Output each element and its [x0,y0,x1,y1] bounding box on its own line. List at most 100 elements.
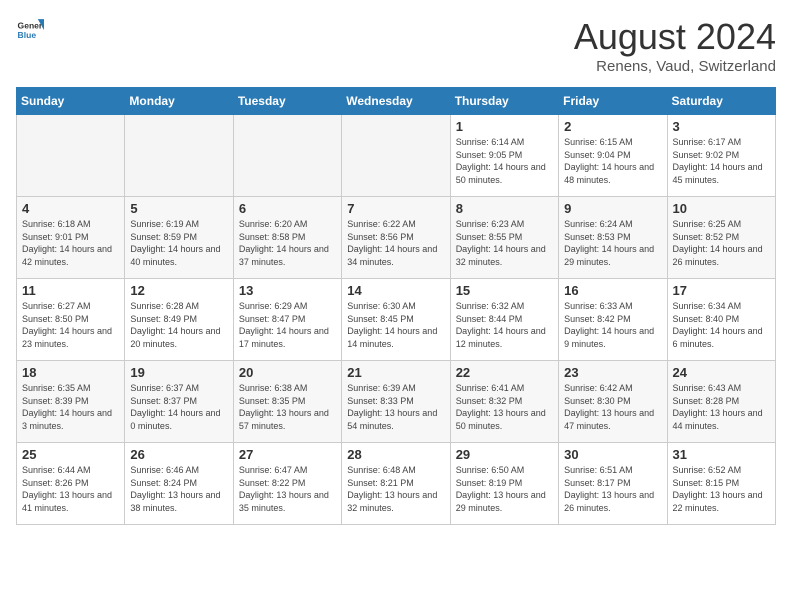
day-info: Sunrise: 6:47 AMSunset: 8:22 PMDaylight:… [239,464,336,514]
weekday-header-sunday: Sunday [17,88,125,115]
day-number: 12 [130,283,227,298]
day-info: Sunrise: 6:18 AMSunset: 9:01 PMDaylight:… [22,218,119,268]
calendar-table: SundayMondayTuesdayWednesdayThursdayFrid… [16,87,776,525]
calendar-day-cell: 3 Sunrise: 6:17 AMSunset: 9:02 PMDaylight… [667,115,775,197]
weekday-header-monday: Monday [125,88,233,115]
day-info: Sunrise: 6:20 AMSunset: 8:58 PMDaylight:… [239,218,336,268]
day-info: Sunrise: 6:32 AMSunset: 8:44 PMDaylight:… [456,300,553,350]
day-number: 17 [673,283,770,298]
calendar-day-cell: 10 Sunrise: 6:25 AMSunset: 8:52 PMDayligh… [667,197,775,279]
day-info: Sunrise: 6:17 AMSunset: 9:02 PMDaylight:… [673,136,770,186]
logo-icon: General Blue [16,16,44,44]
day-info: Sunrise: 6:22 AMSunset: 8:56 PMDaylight:… [347,218,444,268]
day-number: 7 [347,201,444,216]
calendar-day-cell: 5 Sunrise: 6:19 AMSunset: 8:59 PMDaylight… [125,197,233,279]
day-number: 15 [456,283,553,298]
calendar-day-cell [17,115,125,197]
weekday-header-wednesday: Wednesday [342,88,450,115]
calendar-day-cell: 23Sunrise: 6:42 AMSunset: 8:30 PMDayligh… [559,361,667,443]
calendar-day-cell: 27 Sunrise: 6:47 AMSunset: 8:22 PMDayligh… [233,443,341,525]
calendar-day-cell: 31Sunrise: 6:52 AMSunset: 8:15 PMDayligh… [667,443,775,525]
day-number: 28 [347,447,444,462]
weekday-header-saturday: Saturday [667,88,775,115]
day-info: Sunrise: 6:34 AMSunset: 8:40 PMDaylight:… [673,300,770,350]
calendar-day-cell: 4Sunrise: 6:18 AMSunset: 9:01 PMDaylight… [17,197,125,279]
day-info: Sunrise: 6:41 AMSunset: 8:32 PMDaylight:… [456,382,553,432]
calendar-day-cell: 11Sunrise: 6:27 AMSunset: 8:50 PMDayligh… [17,279,125,361]
day-number: 24 [673,365,770,380]
day-number: 19 [130,365,227,380]
calendar-day-cell: 21 Sunrise: 6:39 AMSunset: 8:33 PMDayligh… [342,361,450,443]
day-info: Sunrise: 6:35 AMSunset: 8:39 PMDaylight:… [22,382,119,432]
day-number: 22 [456,365,553,380]
day-number: 10 [673,201,770,216]
calendar-day-cell: 9Sunrise: 6:24 AMSunset: 8:53 PMDaylight… [559,197,667,279]
day-number: 26 [130,447,227,462]
day-number: 5 [130,201,227,216]
day-number: 2 [564,119,661,134]
calendar-day-cell: 30Sunrise: 6:51 AMSunset: 8:17 PMDayligh… [559,443,667,525]
location-subtitle: Renens, Vaud, Switzerland [574,58,776,75]
day-info: Sunrise: 6:25 AMSunset: 8:52 PMDaylight:… [673,218,770,268]
day-number: 29 [456,447,553,462]
day-number: 30 [564,447,661,462]
calendar-day-cell: 17 Sunrise: 6:34 AMSunset: 8:40 PMDayligh… [667,279,775,361]
day-number: 3 [673,119,770,134]
svg-text:Blue: Blue [18,30,37,40]
day-info: Sunrise: 6:15 AMSunset: 9:04 PMDaylight:… [564,136,661,186]
day-info: Sunrise: 6:39 AMSunset: 8:33 PMDaylight:… [347,382,444,432]
day-info: Sunrise: 6:44 AMSunset: 8:26 PMDaylight:… [22,464,119,514]
day-info: Sunrise: 6:29 AMSunset: 8:47 PMDaylight:… [239,300,336,350]
calendar-day-cell: 29 Sunrise: 6:50 AMSunset: 8:19 PMDayligh… [450,443,558,525]
calendar-day-cell [233,115,341,197]
month-year-title: August 2024 [574,16,776,58]
calendar-day-cell: 28 Sunrise: 6:48 AMSunset: 8:21 PMDayligh… [342,443,450,525]
day-info: Sunrise: 6:50 AMSunset: 8:19 PMDaylight:… [456,464,553,514]
day-info: Sunrise: 6:43 AMSunset: 8:28 PMDaylight:… [673,382,770,432]
calendar-day-cell: 6 Sunrise: 6:20 AMSunset: 8:58 PMDaylight… [233,197,341,279]
calendar-day-cell: 22 Sunrise: 6:41 AMSunset: 8:32 PMDayligh… [450,361,558,443]
day-number: 8 [456,201,553,216]
calendar-day-cell: 20Sunrise: 6:38 AMSunset: 8:35 PMDayligh… [233,361,341,443]
calendar-day-cell: 2 Sunrise: 6:15 AMSunset: 9:04 PMDaylight… [559,115,667,197]
calendar-day-cell: 8Sunrise: 6:23 AMSunset: 8:55 PMDaylight… [450,197,558,279]
day-number: 20 [239,365,336,380]
day-info: Sunrise: 6:33 AMSunset: 8:42 PMDaylight:… [564,300,661,350]
weekday-header-friday: Friday [559,88,667,115]
day-info: Sunrise: 6:46 AMSunset: 8:24 PMDaylight:… [130,464,227,514]
day-number: 11 [22,283,119,298]
day-number: 27 [239,447,336,462]
day-info: Sunrise: 6:28 AMSunset: 8:49 PMDaylight:… [130,300,227,350]
day-number: 21 [347,365,444,380]
day-number: 13 [239,283,336,298]
weekday-header-thursday: Thursday [450,88,558,115]
calendar-day-cell: 13 Sunrise: 6:29 AMSunset: 8:47 PMDayligh… [233,279,341,361]
day-number: 23 [564,365,661,380]
calendar-day-cell: 14 Sunrise: 6:30 AMSunset: 8:45 PMDayligh… [342,279,450,361]
calendar-week-row: 18 Sunrise: 6:35 AMSunset: 8:39 PMDayligh… [17,361,776,443]
day-number: 14 [347,283,444,298]
calendar-day-cell: 25 Sunrise: 6:44 AMSunset: 8:26 PMDayligh… [17,443,125,525]
day-number: 6 [239,201,336,216]
day-number: 31 [673,447,770,462]
calendar-day-cell [125,115,233,197]
calendar-day-cell: 1Sunrise: 6:14 AMSunset: 9:05 PMDaylight… [450,115,558,197]
calendar-week-row: 11Sunrise: 6:27 AMSunset: 8:50 PMDayligh… [17,279,776,361]
title-block: August 2024 Renens, Vaud, Switzerland [574,16,776,75]
day-info: Sunrise: 6:19 AMSunset: 8:59 PMDaylight:… [130,218,227,268]
day-number: 18 [22,365,119,380]
calendar-day-cell: 16 Sunrise: 6:33 AMSunset: 8:42 PMDayligh… [559,279,667,361]
logo: General Blue [16,16,44,44]
day-info: Sunrise: 6:14 AMSunset: 9:05 PMDaylight:… [456,136,553,186]
day-number: 9 [564,201,661,216]
day-number: 25 [22,447,119,462]
calendar-week-row: 4Sunrise: 6:18 AMSunset: 9:01 PMDaylight… [17,197,776,279]
calendar-day-cell: 26 Sunrise: 6:46 AMSunset: 8:24 PMDayligh… [125,443,233,525]
day-info: Sunrise: 6:48 AMSunset: 8:21 PMDaylight:… [347,464,444,514]
day-number: 16 [564,283,661,298]
weekday-header-tuesday: Tuesday [233,88,341,115]
day-info: Sunrise: 6:37 AMSunset: 8:37 PMDaylight:… [130,382,227,432]
calendar-day-cell: 15 Sunrise: 6:32 AMSunset: 8:44 PMDayligh… [450,279,558,361]
calendar-day-cell: 24 Sunrise: 6:43 AMSunset: 8:28 PMDayligh… [667,361,775,443]
day-info: Sunrise: 6:30 AMSunset: 8:45 PMDaylight:… [347,300,444,350]
